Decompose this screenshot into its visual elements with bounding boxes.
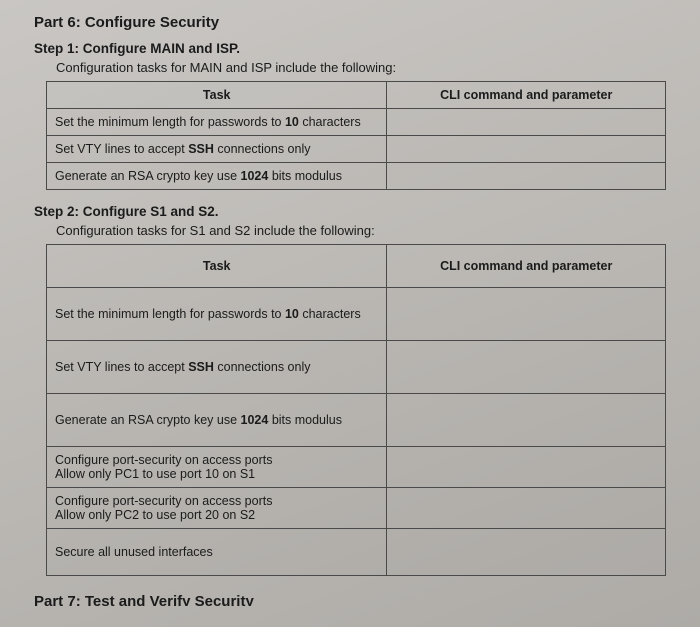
task-cell: Generate an RSA crypto key use 1024 bits… (47, 163, 387, 190)
task-cell: Set VTY lines to accept SSH connections … (47, 136, 387, 163)
cmd-cell (387, 163, 666, 190)
step2-heading: Step 2: Configure S1 and S2. (34, 204, 670, 219)
cmd-cell (387, 288, 666, 341)
cmd-cell (387, 341, 666, 394)
cmd-cell (387, 109, 666, 136)
cmd-cell (387, 447, 666, 488)
table-header-row: Task CLI command and parameter (47, 245, 666, 288)
table-row: Set VTY lines to accept SSH connections … (47, 341, 666, 394)
step1-desc: Configuration tasks for MAIN and ISP inc… (56, 60, 670, 75)
cmd-cell (387, 529, 666, 576)
cmd-cell (387, 488, 666, 529)
table-row: Generate an RSA crypto key use 1024 bits… (47, 163, 666, 190)
header-task: Task (47, 245, 387, 288)
task-cell: Configure port-security on access ports … (47, 488, 387, 529)
task-cell: Configure port-security on access ports … (47, 447, 387, 488)
step1-heading: Step 1: Configure MAIN and ISP. (34, 41, 670, 56)
table-row: Set the minimum length for passwords to … (47, 109, 666, 136)
cmd-cell (387, 394, 666, 447)
step2-desc: Configuration tasks for S1 and S2 includ… (56, 223, 670, 238)
task-cell: Secure all unused interfaces (47, 529, 387, 576)
document-page: Part 6: Configure Security Step 1: Confi… (0, 0, 700, 606)
part-title: Part 6: Configure Security (34, 14, 670, 31)
task-cell: Set the minimum length for passwords to … (47, 109, 387, 136)
table-row: Set VTY lines to accept SSH connections … (47, 136, 666, 163)
step2-table: Task CLI command and parameter Set the m… (46, 244, 666, 576)
task-cell: Generate an RSA crypto key use 1024 bits… (47, 394, 387, 447)
task-cell: Set the minimum length for passwords to … (47, 288, 387, 341)
header-task: Task (47, 82, 387, 109)
part7-title-cutoff: Part 7: Test and Verify Security (34, 590, 670, 606)
table-row: Configure port-security on access ports … (47, 488, 666, 529)
table-header-row: Task CLI command and parameter (47, 82, 666, 109)
header-cmd: CLI command and parameter (387, 82, 666, 109)
table-row: Generate an RSA crypto key use 1024 bits… (47, 394, 666, 447)
table-row: Configure port-security on access ports … (47, 447, 666, 488)
table-row: Secure all unused interfaces (47, 529, 666, 576)
cmd-cell (387, 136, 666, 163)
step1-table: Task CLI command and parameter Set the m… (46, 81, 666, 190)
task-cell: Set VTY lines to accept SSH connections … (47, 341, 387, 394)
table-row: Set the minimum length for passwords to … (47, 288, 666, 341)
header-cmd: CLI command and parameter (387, 245, 666, 288)
